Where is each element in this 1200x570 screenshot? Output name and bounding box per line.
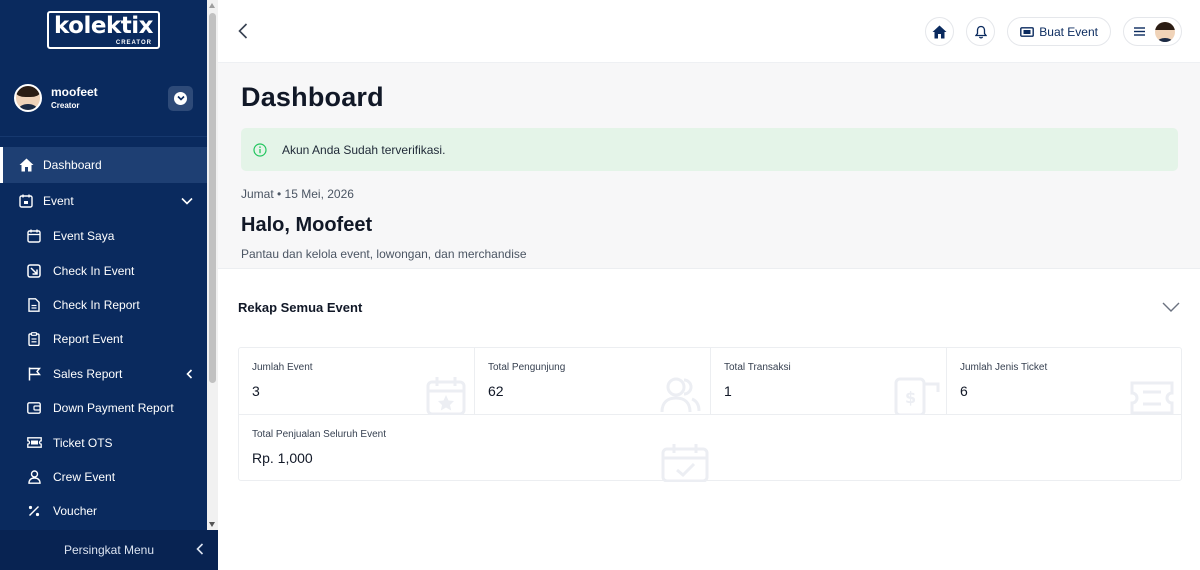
- user-icon: [26, 469, 42, 485]
- sidebar-item-label: Check In Report: [53, 297, 140, 312]
- sidebar-item-label: Voucher: [53, 504, 98, 519]
- sidebar-item-label: Report Event: [53, 332, 124, 347]
- profile-role: Creator: [51, 100, 80, 110]
- sidebar-item-label: Crew Event: [53, 469, 116, 484]
- scrollbar-thumb[interactable]: [209, 13, 216, 383]
- create-event-label: Buat Event: [1039, 24, 1098, 39]
- verified-alert: Akun Anda Sudah terverifikasi.: [241, 128, 1178, 171]
- summary-header[interactable]: Rekap Semua Event: [218, 269, 1200, 345]
- stat-label: Total Penjualan Seluruh Event: [252, 429, 386, 440]
- avatar: [14, 84, 42, 112]
- sidebar-item-label: Check In Event: [53, 263, 135, 278]
- sidebar-item-label: Dashboard: [43, 158, 102, 172]
- clipboard-icon: [26, 331, 42, 347]
- home-button[interactable]: [925, 17, 955, 46]
- sidebar-item-label: Ticket OTS: [53, 435, 113, 450]
- sidebar-scrollbar[interactable]: [207, 0, 218, 530]
- collapse-menu-label: Persingkat Menu: [63, 543, 155, 557]
- percent-icon: [26, 503, 42, 519]
- stat-value: Rp. 1,000: [252, 450, 313, 466]
- ticket-icon: [26, 435, 42, 451]
- stat-card-total-penjualan: Total Penjualan Seluruh Event Rp. 1,000: [239, 415, 709, 482]
- topbar: Buat Event: [218, 0, 1200, 63]
- create-event-button[interactable]: Buat Event: [1007, 17, 1111, 46]
- sidebar-item-check-in-event[interactable]: Check In Event: [0, 253, 207, 287]
- logo-subtext: CREATOR: [115, 40, 152, 46]
- flag-icon: [26, 366, 42, 382]
- profile-card: moofeet Creator: [0, 60, 207, 137]
- sidebar-item-crew-event[interactable]: Crew Event: [0, 460, 207, 494]
- sidebar-item-event[interactable]: Event: [0, 183, 207, 219]
- profile-name: moofeet: [51, 84, 98, 99]
- sidebar-item-sales-report[interactable]: Sales Report: [0, 357, 207, 391]
- logo-area: kolektix CREATOR: [0, 0, 207, 60]
- stat-card-jumlah-event: Jumlah Event 3: [239, 348, 474, 415]
- section-title: Rekap Semua Event: [238, 299, 363, 315]
- stat-label: Total Transaksi: [724, 362, 791, 373]
- user-menu-button[interactable]: [1123, 17, 1182, 46]
- calendar-icon: [26, 228, 42, 244]
- logo[interactable]: kolektix CREATOR: [47, 11, 160, 49]
- home-icon: [18, 157, 34, 173]
- chevron-down-icon: [174, 91, 187, 105]
- stat-label: Jumlah Jenis Ticket: [960, 362, 1048, 373]
- home-icon: [932, 25, 947, 38]
- hero-section: Dashboard Akun Anda Sudah terverifikasi.…: [218, 63, 1200, 269]
- sidebar-item-label: Event: [43, 194, 74, 208]
- logo-text: kolektix: [54, 13, 153, 39]
- sidebar-item-event-saya[interactable]: Event Saya: [0, 219, 207, 253]
- sidebar-item-dashboard[interactable]: Dashboard: [0, 147, 207, 183]
- sidebar-item-ticket-ots[interactable]: Ticket OTS: [0, 425, 207, 459]
- notification-button[interactable]: [966, 17, 996, 46]
- hamburger-icon: [1134, 27, 1145, 36]
- calendar-star-icon: [18, 193, 34, 209]
- chevron-left-icon: [238, 23, 248, 39]
- sidebar-item-label: Event Saya: [53, 229, 115, 244]
- money-icon: $: [894, 376, 940, 415]
- sidebar-item-label: Down Payment Report: [53, 401, 174, 416]
- main-content: Buat Event Dashboard Akun Anda Sudah ter…: [218, 0, 1200, 570]
- profile-dropdown-button[interactable]: [168, 85, 193, 111]
- avatar: [1155, 21, 1175, 42]
- svg-text:$: $: [905, 388, 916, 407]
- current-date: Jumat • 15 Mei, 2026: [241, 187, 354, 201]
- back-button[interactable]: [234, 20, 252, 42]
- ticket-icon: [1020, 26, 1035, 37]
- document-icon: [26, 297, 42, 313]
- chevron-down-icon: [181, 197, 193, 205]
- stat-label: Total Pengunjung: [488, 362, 566, 373]
- topbar-actions: Buat Event: [925, 17, 1182, 46]
- chevron-left-icon: [186, 369, 193, 379]
- users-icon: [654, 376, 702, 415]
- greeting: Halo, Moofeet: [241, 214, 373, 236]
- info-icon: [253, 142, 267, 157]
- greeting-subtitle: Pantau dan kelola event, lowongan, dan m…: [241, 247, 527, 261]
- wallet-icon: [26, 400, 42, 416]
- stat-card-total-pengunjung: Total Pengunjung 62: [475, 348, 710, 415]
- check-in-icon: [26, 263, 42, 279]
- stats-grid: Jumlah Event 3 Total Pengunjung 62 Total…: [238, 347, 1182, 482]
- calendar-check-icon: [661, 443, 709, 482]
- calendar-star-icon: [426, 376, 466, 415]
- sidebar-item-label: Sales Report: [53, 366, 123, 381]
- stat-card-total-transaksi: Total Transaksi 1 $: [711, 348, 946, 415]
- sidebar-item-report-event[interactable]: Report Event: [0, 322, 207, 356]
- stat-label: Jumlah Event: [252, 362, 313, 373]
- page-title: Dashboard: [241, 82, 384, 112]
- sidebar-item-check-in-report[interactable]: Check In Report: [0, 288, 207, 322]
- stat-card-jumlah-jenis-ticket: Jumlah Jenis Ticket 6: [947, 348, 1181, 415]
- scroll-down-arrow-icon[interactable]: [209, 522, 215, 527]
- alert-text: Akun Anda Sudah terverifikasi.: [282, 142, 446, 157]
- scroll-up-arrow-icon[interactable]: [209, 3, 215, 8]
- collapse-menu-button[interactable]: Persingkat Menu: [0, 530, 218, 570]
- ticket-icon: [1129, 380, 1175, 415]
- chevron-down-icon[interactable]: [1162, 302, 1180, 312]
- chevron-left-icon: [196, 543, 204, 558]
- sidebar: kolektix CREATOR moofeet Creator Dashboa…: [0, 0, 207, 570]
- bell-icon: [974, 25, 987, 38]
- sidebar-item-down-payment-report[interactable]: Down Payment Report: [0, 391, 207, 425]
- sidebar-menu: Dashboard Event Event Saya Check In Even…: [0, 137, 207, 529]
- sidebar-item-voucher[interactable]: Voucher: [0, 494, 207, 528]
